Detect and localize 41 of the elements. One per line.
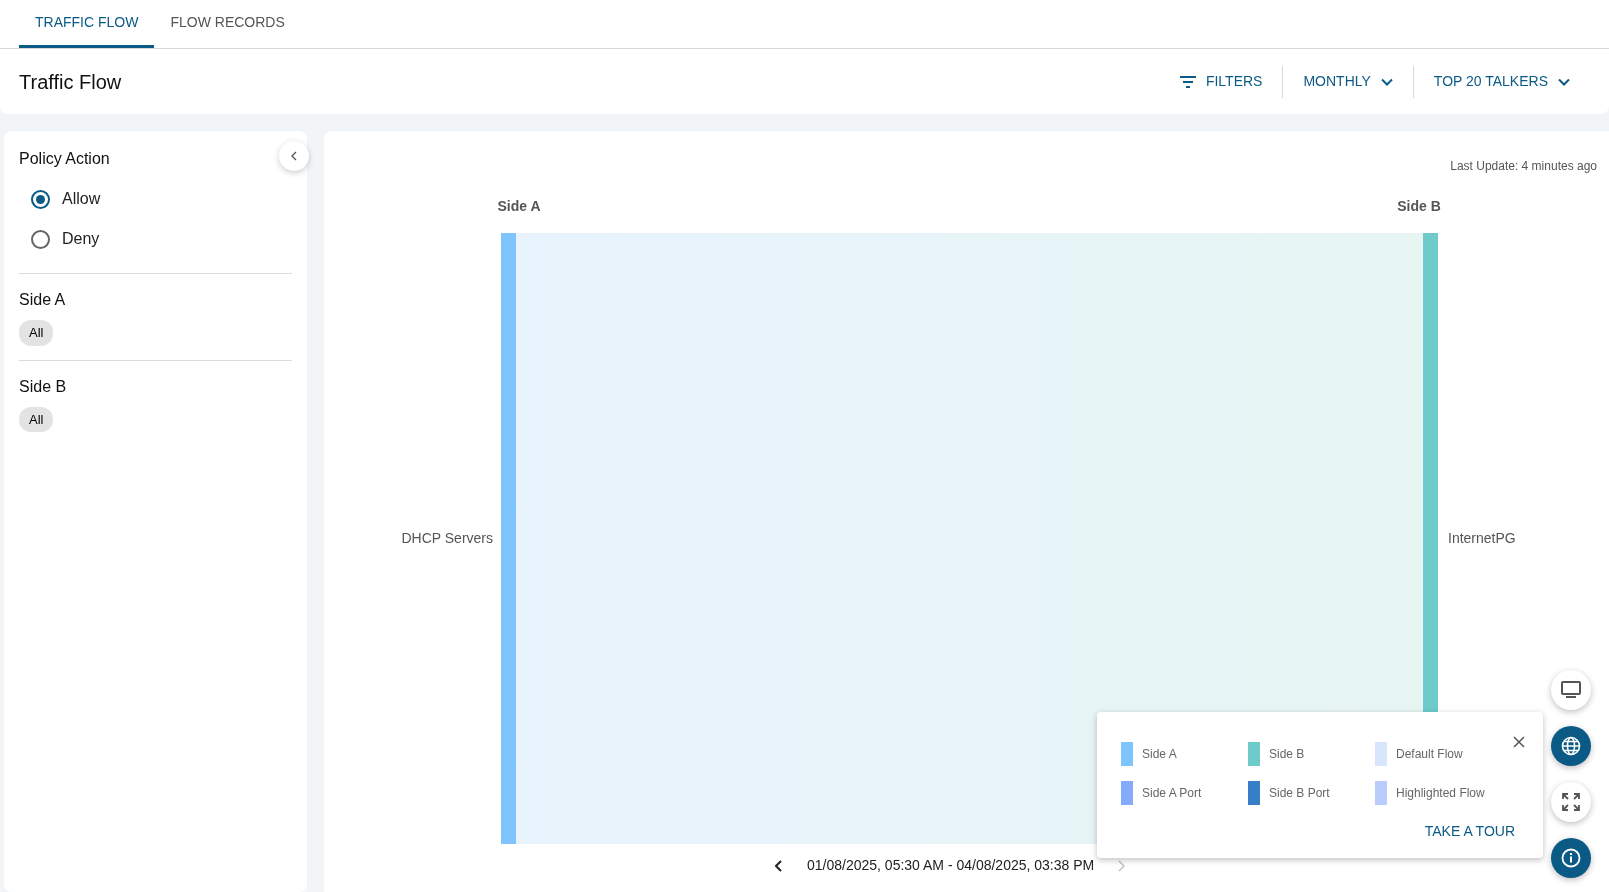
page-title: Traffic Flow <box>19 69 122 94</box>
chevron-left-icon <box>291 151 297 161</box>
info-button[interactable] <box>1551 838 1591 878</box>
section-title: Side A <box>19 290 67 310</box>
chevron-left-icon <box>775 860 783 873</box>
section-title: Policy Action <box>19 149 111 169</box>
date-range: 01/08/2025, 05:30 AM - 04/08/2025, 03:38 PM <box>807 855 1095 875</box>
legend-label: Side B Port <box>1269 785 1330 802</box>
take-a-tour-link[interactable]: TAKE A TOUR <box>1424 821 1515 842</box>
legend-label: Highlighted Flow <box>1396 785 1485 802</box>
node-label: InternetPG <box>1448 529 1516 548</box>
legend-label: Side A <box>1142 746 1177 763</box>
info-icon <box>1561 848 1581 868</box>
node-label: DHCP Servers <box>401 529 493 548</box>
radio-option[interactable]: Allow <box>19 179 113 219</box>
column-header: Side A <box>497 198 541 214</box>
chevron-right-icon <box>1118 860 1127 873</box>
filter-chip[interactable]: All <box>19 320 54 346</box>
globe-icon <box>1561 736 1581 756</box>
filter-icon <box>1179 75 1196 88</box>
filters-button[interactable]: FILTERS <box>1159 64 1283 99</box>
side-a-node[interactable] <box>501 233 516 844</box>
radio-option[interactable]: Deny <box>19 219 112 259</box>
tab[interactable]: FLOW RECORDS <box>154 0 301 48</box>
globe-button[interactable] <box>1551 726 1591 766</box>
chevron-down-icon <box>1380 77 1393 86</box>
chevron-down-icon <box>1558 77 1570 86</box>
column-header: Side B <box>1397 198 1441 214</box>
filter-chip[interactable]: All <box>19 406 54 432</box>
dropdown-button[interactable]: TOP 20 TALKERS <box>1413 64 1590 99</box>
expand-button[interactable] <box>1551 782 1591 822</box>
expand-icon <box>1562 793 1580 811</box>
legend-label: Default Flow <box>1396 746 1463 763</box>
monitor-button[interactable] <box>1551 670 1591 710</box>
section-title: Side B <box>19 376 68 397</box>
legend-label: Side A Port <box>1142 785 1202 802</box>
last-update-text: Last Update: 4 minutes ago <box>1450 159 1597 173</box>
close-icon <box>1513 736 1525 749</box>
legend-label: Side B <box>1269 746 1305 763</box>
monitor-icon <box>1561 681 1581 699</box>
dropdown-button[interactable]: MONTHLY <box>1283 64 1413 99</box>
